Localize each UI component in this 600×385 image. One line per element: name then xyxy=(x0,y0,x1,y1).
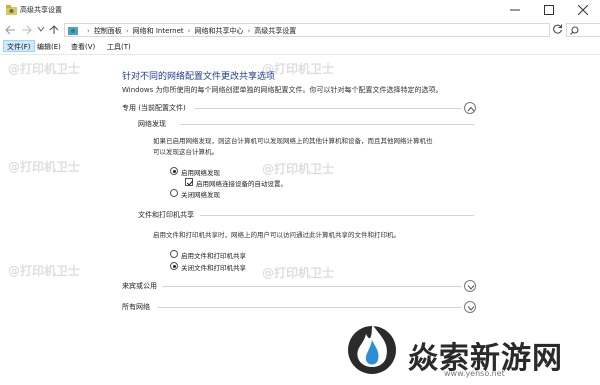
search-input[interactable] xyxy=(566,23,600,37)
chevron-down-icon xyxy=(467,306,475,311)
close-icon xyxy=(578,5,588,15)
breadcrumb-separator-icon: › xyxy=(247,27,251,35)
network-discovery-text-line2: 可以发现这台计算机。 xyxy=(153,148,218,156)
radio-turn-on-sharing[interactable] xyxy=(170,250,178,258)
section-all-networks-label[interactable]: 所有网络 xyxy=(122,302,150,312)
maximize-icon xyxy=(544,5,554,15)
watermark: @打印机卫士 xyxy=(262,162,335,176)
file-printer-sharing-description: 启用文件和打印机共享时，网络上的用户可以访问通过此计算机共享的文件和打印机。 xyxy=(153,231,400,239)
address-bar[interactable]: › 控制面板 › 网络和 Internet › 网络和共享中心 › 高级共享设置 xyxy=(64,23,550,37)
minimize-icon xyxy=(510,9,520,11)
flame-logo-icon xyxy=(348,324,396,374)
title-bar: 高级共享设置 xyxy=(0,0,600,20)
menu-divider xyxy=(0,54,600,55)
forward-button[interactable] xyxy=(20,24,34,36)
watermark: @打印机卫士 xyxy=(8,160,81,174)
menu-edit[interactable]: 编辑(E) xyxy=(34,40,64,52)
section-divider xyxy=(194,108,462,109)
turn-off-discovery-label[interactable]: 关闭网络发现 xyxy=(181,189,220,199)
breadcrumb-separator-icon: › xyxy=(87,27,90,35)
turn-off-sharing-label[interactable]: 关闭文件和打印机共享 xyxy=(181,262,246,272)
page-title: 针对不同的网络配置文件更改共享选项 xyxy=(122,72,276,82)
menu-tools[interactable]: 工具(T) xyxy=(104,40,134,52)
chevron-down-icon xyxy=(467,285,475,290)
checkmark-icon xyxy=(186,180,194,186)
watermark: @打印机卫士 xyxy=(262,266,335,280)
back-button[interactable] xyxy=(4,24,18,36)
breadcrumb-separator-icon: › xyxy=(187,27,191,35)
breadcrumb-network-sharing-center[interactable]: 网络和共享中心 xyxy=(194,27,243,35)
turn-on-sharing-label[interactable]: 启用文件和打印机共享 xyxy=(181,250,246,260)
up-button[interactable] xyxy=(48,24,62,36)
network-discovery-description: 如果已启用网络发现，则这台计算机可以发现网络上的其他计算机和设备，而且其他网络计… xyxy=(153,136,433,158)
back-arrow-icon xyxy=(5,25,15,35)
subsection-divider xyxy=(200,215,474,216)
breadcrumb-separator-icon: › xyxy=(125,27,129,35)
minimize-button[interactable] xyxy=(498,0,532,20)
menu-bar: 文件(F) 编辑(E) 查看(V) 工具(T) xyxy=(0,40,600,52)
network-discovery-title: 网络发现 xyxy=(138,120,166,128)
radio-turn-off-discovery[interactable] xyxy=(170,189,178,197)
chevron-down-icon xyxy=(37,26,45,32)
chevron-up-icon xyxy=(467,106,475,112)
maximize-button[interactable] xyxy=(532,0,566,20)
file-printer-sharing-title: 文件和打印机共享 xyxy=(138,211,194,219)
address-row: › 控制面板 › 网络和 Internet › 网络和共享中心 › 高级共享设置 xyxy=(0,20,600,40)
section-guest-label[interactable]: 来宾或公用 xyxy=(122,281,157,291)
page-description: Windows 为你所使用的每个网络创建单独的网络配置文件。你可以针对每个配置文… xyxy=(122,86,443,94)
window-title: 高级共享设置 xyxy=(20,6,62,14)
breadcrumb: › 控制面板 › 网络和 Internet › 网络和共享中心 › 高级共享设置 xyxy=(83,26,296,36)
turn-on-discovery-label[interactable]: 启用网络发现 xyxy=(181,167,220,177)
menu-view[interactable]: 查看(V) xyxy=(68,40,98,52)
network-discovery-text-line1: 如果已启用网络发现，则这台计算机可以发现网络上的其他计算机和设备，而且其他网络计… xyxy=(153,137,433,145)
subsection-divider xyxy=(180,124,474,125)
checkbox-auto-setup[interactable] xyxy=(185,178,194,186)
watermark: @打印机卫士 xyxy=(8,264,81,278)
section-guest-toggle[interactable] xyxy=(464,280,476,292)
breadcrumb-network-internet[interactable]: 网络和 Internet xyxy=(133,27,184,35)
radio-turn-on-discovery[interactable] xyxy=(170,167,178,175)
section-private-toggle[interactable] xyxy=(464,102,476,114)
refresh-button[interactable] xyxy=(552,24,564,36)
section-all-networks-toggle[interactable] xyxy=(464,301,476,313)
refresh-icon xyxy=(553,24,562,34)
section-divider xyxy=(158,307,462,308)
brand-url: www.yenso.net xyxy=(444,369,505,378)
auto-setup-label[interactable]: 启用网络连接设备的自动设置。 xyxy=(196,178,287,188)
up-arrow-icon xyxy=(49,25,59,34)
radio-turn-off-sharing[interactable] xyxy=(170,262,178,270)
network-folder-icon xyxy=(6,5,17,15)
menu-file[interactable]: 文件(F) xyxy=(3,40,35,52)
forward-arrow-icon xyxy=(22,25,32,35)
close-button[interactable] xyxy=(566,0,600,20)
section-divider xyxy=(162,286,462,287)
section-private-label[interactable]: 专用 (当前配置文件) xyxy=(122,103,186,113)
network-icon xyxy=(68,27,78,35)
breadcrumb-control-panel[interactable]: 控制面板 xyxy=(94,27,122,35)
watermark: @打印机卫士 xyxy=(8,62,81,76)
search-icon xyxy=(570,26,579,35)
breadcrumb-advanced-sharing[interactable]: 高级共享设置 xyxy=(254,27,296,35)
